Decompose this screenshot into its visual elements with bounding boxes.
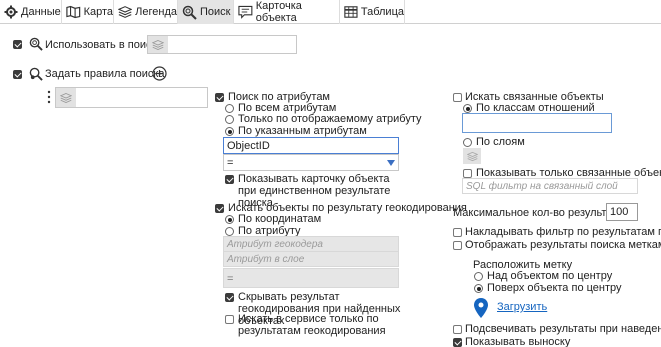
tab-table-label: Таблица — [360, 6, 404, 18]
highlight-label: Подсвечивать результаты при наведении — [465, 323, 661, 335]
rule-layer-select[interactable] — [55, 87, 208, 108]
geocoder-attribute-placeholder: Атрибут геокодера — [227, 239, 323, 250]
map-icon — [66, 5, 81, 19]
geo-operator-value: = — [227, 273, 234, 285]
layers-icon — [56, 88, 76, 107]
radio-above-center[interactable] — [474, 272, 483, 281]
tab-object-card[interactable]: Карточка объекта — [234, 0, 340, 24]
by-layers-label: По слоям — [476, 136, 525, 148]
radio-all-attributes[interactable] — [225, 104, 234, 113]
tab-map[interactable]: Карта — [62, 0, 114, 24]
geo-operator-select[interactable]: = — [223, 268, 399, 288]
display-attribute-label: Только по отображаемому атрибуту — [238, 113, 422, 125]
radio-over-center[interactable] — [474, 284, 483, 293]
table-icon — [344, 6, 358, 18]
operator-select[interactable]: = — [223, 154, 399, 171]
attribute-input-value: ObjectID — [227, 140, 270, 152]
set-rules-label: Задать правила поиска — [45, 68, 165, 80]
radio-by-coords[interactable] — [225, 215, 234, 224]
apply-filter-checkbox[interactable] — [453, 228, 462, 237]
geocoding-checkbox[interactable] — [215, 204, 224, 213]
use-in-search-label: Использовать в поиске — [45, 39, 163, 51]
search-service-label: Искать в сервисе только по результатам г… — [238, 313, 386, 337]
max-results-value: 100 — [610, 206, 629, 218]
add-rule-icon[interactable] — [152, 66, 167, 81]
geocoder-attribute-input[interactable]: Атрибут геокодера — [223, 236, 399, 252]
gear-icon — [4, 5, 18, 19]
search-icon — [29, 37, 43, 51]
tab-legend[interactable]: Легенда — [114, 0, 178, 24]
sql-filter-placeholder: SQL фильтр на связанный слой — [466, 181, 618, 192]
show-card-checkbox[interactable] — [225, 175, 234, 184]
apply-filter-label: Накладывать фильтр по результатам поиска — [465, 226, 661, 238]
layers-icon — [118, 6, 133, 18]
over-center-label: Поверх объекта по центру — [487, 282, 622, 294]
hide-geocode-checkbox[interactable] — [225, 293, 234, 302]
radio-by-classes[interactable] — [463, 104, 472, 113]
attribute-input[interactable]: ObjectID — [223, 137, 399, 154]
show-callout-checkbox[interactable] — [453, 338, 462, 347]
max-results-input[interactable]: 100 — [606, 203, 638, 221]
highlight-checkbox[interactable] — [453, 325, 462, 334]
radio-specified-attributes[interactable] — [225, 127, 234, 136]
drag-handle-icon[interactable] — [47, 90, 51, 104]
tab-object-card-label: Карточка объекта — [255, 0, 302, 24]
tab-table[interactable]: Таблица — [340, 0, 405, 24]
radio-by-layers[interactable] — [463, 138, 472, 147]
tab-map-label: Карта — [83, 6, 113, 18]
card-icon — [238, 5, 253, 19]
tab-data-label: Данные — [21, 6, 61, 18]
radio-by-attribute[interactable] — [225, 227, 234, 236]
use-in-search-checkbox[interactable] — [13, 40, 22, 49]
tab-bar: Данные Карта Легенда Поиск Карточка объе… — [0, 0, 661, 24]
show-marks-checkbox[interactable] — [453, 241, 462, 250]
search-settings-icon — [29, 67, 43, 81]
chevron-down-icon — [387, 160, 395, 166]
layer-attribute-input[interactable]: Атрибут в слое — [223, 251, 399, 267]
max-results-label: Максимальное кол-во результатов — [453, 207, 630, 219]
set-rules-checkbox[interactable] — [13, 70, 22, 79]
attribute-search-checkbox[interactable] — [215, 93, 224, 102]
by-coords-label: По координатам — [238, 213, 322, 225]
tab-search[interactable]: Поиск — [178, 0, 234, 24]
show-callout-label: Показывать выноску — [465, 336, 571, 347]
relation-classes-select[interactable] — [462, 113, 612, 133]
related-objects-checkbox[interactable] — [453, 93, 462, 102]
sql-filter-input[interactable]: SQL фильтр на связанный слой — [462, 178, 638, 194]
operator-value: = — [227, 157, 234, 169]
search-icon — [182, 5, 197, 20]
show-only-related-checkbox[interactable] — [463, 169, 472, 178]
search-service-checkbox[interactable] — [225, 315, 234, 324]
show-marks-label: Отображать результаты поиска метками — [465, 239, 661, 251]
above-center-label: Над объектом по центру — [487, 270, 613, 282]
layers-icon — [148, 36, 168, 53]
search-layer-select[interactable] — [147, 35, 297, 54]
tab-legend-label: Легенда — [135, 6, 177, 18]
specified-attributes-label: По указанным атрибутам — [238, 125, 367, 137]
upload-link[interactable]: Загрузить — [497, 301, 547, 313]
tab-data[interactable]: Данные — [0, 0, 62, 24]
radio-display-attribute[interactable] — [225, 115, 234, 124]
layers-icon — [463, 148, 481, 164]
layer-attribute-placeholder: Атрибут в слое — [227, 254, 305, 265]
map-pin-icon — [474, 298, 488, 318]
tab-search-label: Поиск — [200, 6, 231, 18]
